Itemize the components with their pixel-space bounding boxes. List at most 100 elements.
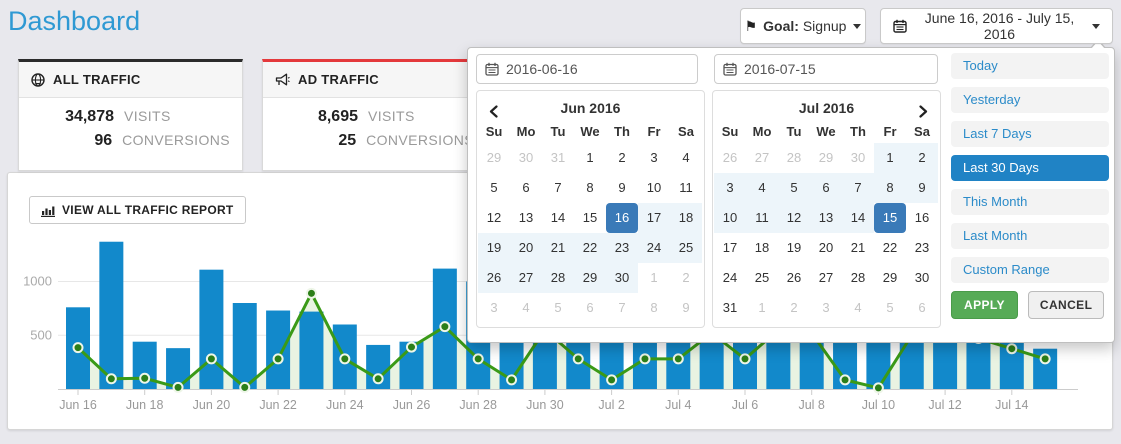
calendar-day-selected[interactable]: 16	[606, 203, 638, 233]
calendar-day[interactable]: 3	[810, 293, 842, 323]
calendar-day[interactable]: 14	[842, 203, 874, 233]
calendar-day[interactable]: 9	[670, 293, 702, 323]
ad-visits-point[interactable]	[74, 343, 83, 352]
ad-visits-point[interactable]	[741, 354, 750, 363]
ad-visits-point[interactable]	[274, 354, 283, 363]
date-range-button[interactable]: June 16, 2016 - July 15, 2016	[880, 8, 1113, 44]
calendar-day[interactable]: 27	[510, 263, 542, 293]
calendar-day[interactable]: 30	[510, 143, 542, 173]
calendar-day[interactable]: 27	[746, 143, 778, 173]
calendar-day[interactable]: 12	[478, 203, 510, 233]
range-option-last-30-days[interactable]: Last 30 Days	[951, 155, 1109, 181]
calendar-day[interactable]: 13	[510, 203, 542, 233]
calendar-day[interactable]: 22	[574, 233, 606, 263]
calendar-day[interactable]: 17	[638, 203, 670, 233]
ad-visits-point[interactable]	[574, 354, 583, 363]
calendar-day[interactable]: 5	[874, 293, 906, 323]
calendar-day[interactable]: 25	[670, 233, 702, 263]
calendar-day[interactable]: 17	[714, 233, 746, 263]
calendar-day[interactable]: 4	[746, 173, 778, 203]
calendar-day[interactable]: 29	[478, 143, 510, 173]
end-date-input[interactable]	[714, 54, 938, 84]
calendar-day[interactable]: 30	[842, 143, 874, 173]
ad-visits-point[interactable]	[207, 354, 216, 363]
ad-visits-point[interactable]	[307, 289, 316, 298]
calendar-day[interactable]: 27	[810, 263, 842, 293]
calendar-day[interactable]: 22	[874, 233, 906, 263]
range-option-today[interactable]: Today	[951, 53, 1109, 79]
calendar-day[interactable]: 26	[478, 263, 510, 293]
ad-visits-point[interactable]	[440, 322, 449, 331]
range-option-last-7-days[interactable]: Last 7 Days	[951, 121, 1109, 147]
calendar-day[interactable]: 25	[746, 263, 778, 293]
calendar-day[interactable]: 10	[714, 203, 746, 233]
calendar-day[interactable]: 4	[670, 143, 702, 173]
visits-bar[interactable]	[266, 311, 290, 389]
calendar-day[interactable]: 5	[542, 293, 574, 323]
ad-visits-point[interactable]	[107, 374, 116, 383]
calendar-day[interactable]: 23	[906, 233, 938, 263]
calendar-day[interactable]: 29	[810, 143, 842, 173]
calendar-day[interactable]: 6	[906, 293, 938, 323]
calendar-day[interactable]: 23	[606, 233, 638, 263]
calendar-day[interactable]: 4	[842, 293, 874, 323]
calendar-day[interactable]: 6	[574, 293, 606, 323]
calendar-day[interactable]: 3	[638, 143, 670, 173]
calendar-day[interactable]: 19	[478, 233, 510, 263]
calendar-day[interactable]: 26	[778, 263, 810, 293]
apply-button[interactable]: APPLY	[951, 291, 1018, 319]
calendar-day[interactable]: 28	[778, 143, 810, 173]
range-option-last-month[interactable]: Last Month	[951, 223, 1109, 249]
calendar-day[interactable]: 13	[810, 203, 842, 233]
calendar-day[interactable]: 11	[670, 173, 702, 203]
calendar-day[interactable]: 31	[714, 293, 746, 323]
calendar-day[interactable]: 1	[874, 143, 906, 173]
ad-visits-point[interactable]	[474, 354, 483, 363]
ad-visits-point[interactable]	[374, 374, 383, 383]
calendar-day[interactable]: 24	[638, 233, 670, 263]
visits-bar[interactable]	[99, 242, 123, 389]
ad-visits-point[interactable]	[674, 354, 683, 363]
calendar-day[interactable]: 6	[810, 173, 842, 203]
calendar-day[interactable]: 21	[542, 233, 574, 263]
calendar-day[interactable]: 28	[842, 263, 874, 293]
calendar-day[interactable]: 1	[746, 293, 778, 323]
ad-visits-point[interactable]	[240, 383, 249, 392]
calendar-day[interactable]: 2	[906, 143, 938, 173]
calendar-day[interactable]: 5	[778, 173, 810, 203]
calendar-day[interactable]: 20	[810, 233, 842, 263]
visits-bar[interactable]	[199, 270, 223, 389]
calendar-day[interactable]: 11	[746, 203, 778, 233]
calendar-day[interactable]: 4	[510, 293, 542, 323]
calendar-day[interactable]: 18	[746, 233, 778, 263]
next-month-icon[interactable]	[919, 100, 928, 126]
ad-visits-point[interactable]	[507, 375, 516, 384]
ad-visits-point[interactable]	[174, 383, 183, 392]
range-option-this-month[interactable]: This Month	[951, 189, 1109, 215]
calendar-day[interactable]: 8	[574, 173, 606, 203]
calendar-day[interactable]: 8	[638, 293, 670, 323]
calendar-day[interactable]: 3	[714, 173, 746, 203]
range-option-custom-range[interactable]: Custom Range	[951, 257, 1109, 283]
calendar-day[interactable]: 5	[478, 173, 510, 203]
calendar-day[interactable]: 8	[874, 173, 906, 203]
ad-visits-point[interactable]	[340, 354, 349, 363]
range-option-yesterday[interactable]: Yesterday	[951, 87, 1109, 113]
calendar-day[interactable]: 20	[510, 233, 542, 263]
start-date-input[interactable]	[476, 54, 698, 84]
prev-month-icon[interactable]	[489, 100, 498, 126]
calendar-day[interactable]: 15	[574, 203, 606, 233]
ad-visits-point[interactable]	[1041, 354, 1050, 363]
calendar-day[interactable]: 9	[606, 173, 638, 203]
calendar-day[interactable]: 29	[874, 263, 906, 293]
ad-visits-point[interactable]	[841, 375, 850, 384]
calendar-day[interactable]: 19	[778, 233, 810, 263]
calendar-day[interactable]: 10	[638, 173, 670, 203]
ad-visits-point[interactable]	[407, 343, 416, 352]
calendar-day[interactable]: 30	[906, 263, 938, 293]
calendar-day[interactable]: 14	[542, 203, 574, 233]
calendar-day[interactable]: 7	[842, 173, 874, 203]
ad-visits-point[interactable]	[640, 354, 649, 363]
cancel-button[interactable]: CANCEL	[1028, 291, 1104, 319]
calendar-day[interactable]: 2	[778, 293, 810, 323]
